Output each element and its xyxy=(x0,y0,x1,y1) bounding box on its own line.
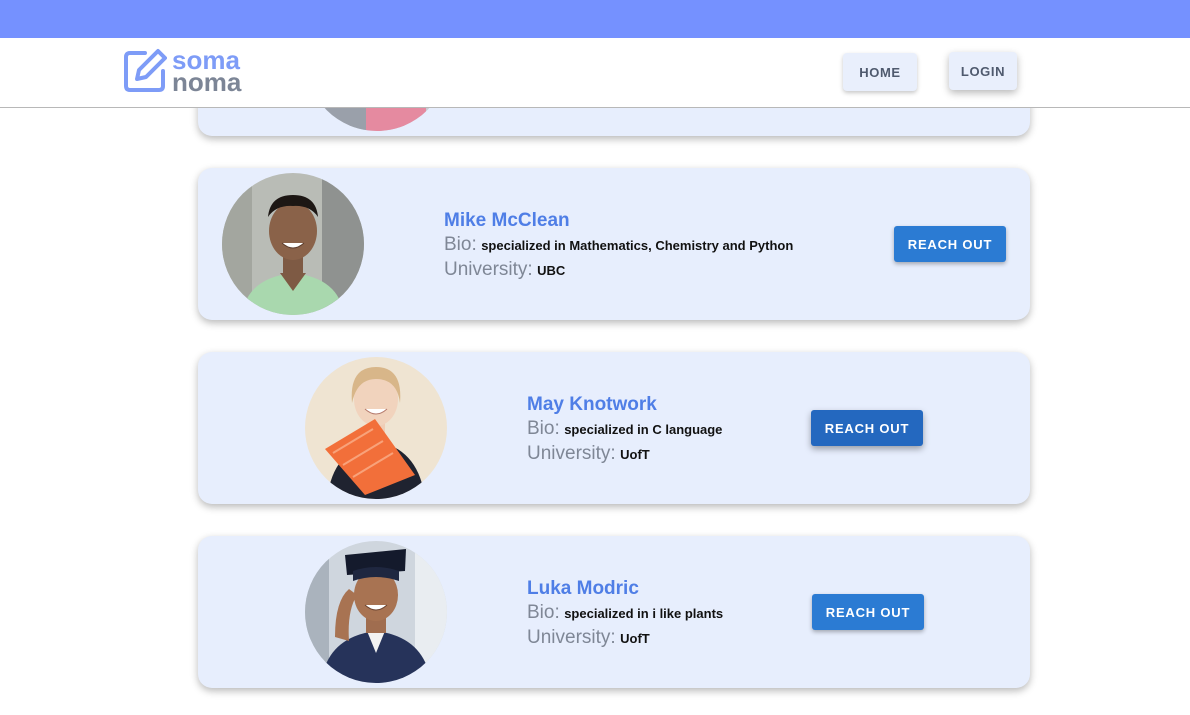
bio-value: specialized in Mathematics, Chemistry an… xyxy=(481,238,794,253)
bio-line: Bio: specialized in Mathematics, Chemist… xyxy=(444,233,793,258)
bio-label: Bio: xyxy=(444,234,477,255)
bio-label: Bio: xyxy=(527,418,560,439)
tutor-card: Mike McClean Bio: specialized in Mathema… xyxy=(198,168,1030,320)
university-label: University: xyxy=(444,259,533,280)
reach-out-button[interactable]: REACH OUT xyxy=(812,594,924,630)
university-label: University: xyxy=(527,627,616,648)
avatar xyxy=(305,541,447,683)
university-line: University: UofT xyxy=(527,442,722,467)
bio-value: specialized in i like plants xyxy=(564,606,724,621)
university-label: University: xyxy=(527,443,616,464)
tutor-name: Mike McClean xyxy=(444,210,570,231)
tutor-name: May Knotwork xyxy=(527,394,657,415)
logo-wordmark: soma noma xyxy=(172,47,242,97)
university-value: UBC xyxy=(537,263,566,278)
bio-line: Bio: specialized in C language xyxy=(527,417,722,442)
university-value: UofT xyxy=(620,631,650,646)
tutor-info: May Knotwork Bio: specialized in C langu… xyxy=(527,393,722,467)
bio-value: specialized in C language xyxy=(564,422,723,437)
tutor-info: Mike McClean Bio: specialized in Mathema… xyxy=(444,209,793,283)
tutor-name: Luka Modric xyxy=(527,578,639,599)
bio-line: Bio: specialized in i like plants xyxy=(527,601,723,626)
logo-line-2: noma xyxy=(172,67,242,97)
bio-label: Bio: xyxy=(527,602,560,623)
home-button[interactable]: HOME xyxy=(843,53,917,91)
reach-out-button[interactable]: REACH OUT xyxy=(894,226,1006,262)
page: soma noma HOME LOGIN Mike McClean Bio: s… xyxy=(0,0,1190,715)
top-color-strip xyxy=(0,0,1190,38)
reach-out-button[interactable]: REACH OUT xyxy=(811,410,923,446)
university-line: University: UofT xyxy=(527,626,723,651)
avatar xyxy=(222,173,364,315)
tutor-card: May Knotwork Bio: specialized in C langu… xyxy=(198,352,1030,504)
university-line: University: UBC xyxy=(444,258,793,283)
edit-note-icon xyxy=(124,49,167,92)
navbar: soma noma HOME LOGIN xyxy=(0,38,1190,108)
tutor-card: Luka Modric Bio: specialized in i like p… xyxy=(198,536,1030,688)
login-button[interactable]: LOGIN xyxy=(949,52,1017,90)
university-value: UofT xyxy=(620,447,650,462)
tutor-info: Luka Modric Bio: specialized in i like p… xyxy=(527,577,723,651)
logo[interactable]: soma noma xyxy=(123,47,263,98)
avatar xyxy=(305,357,447,499)
